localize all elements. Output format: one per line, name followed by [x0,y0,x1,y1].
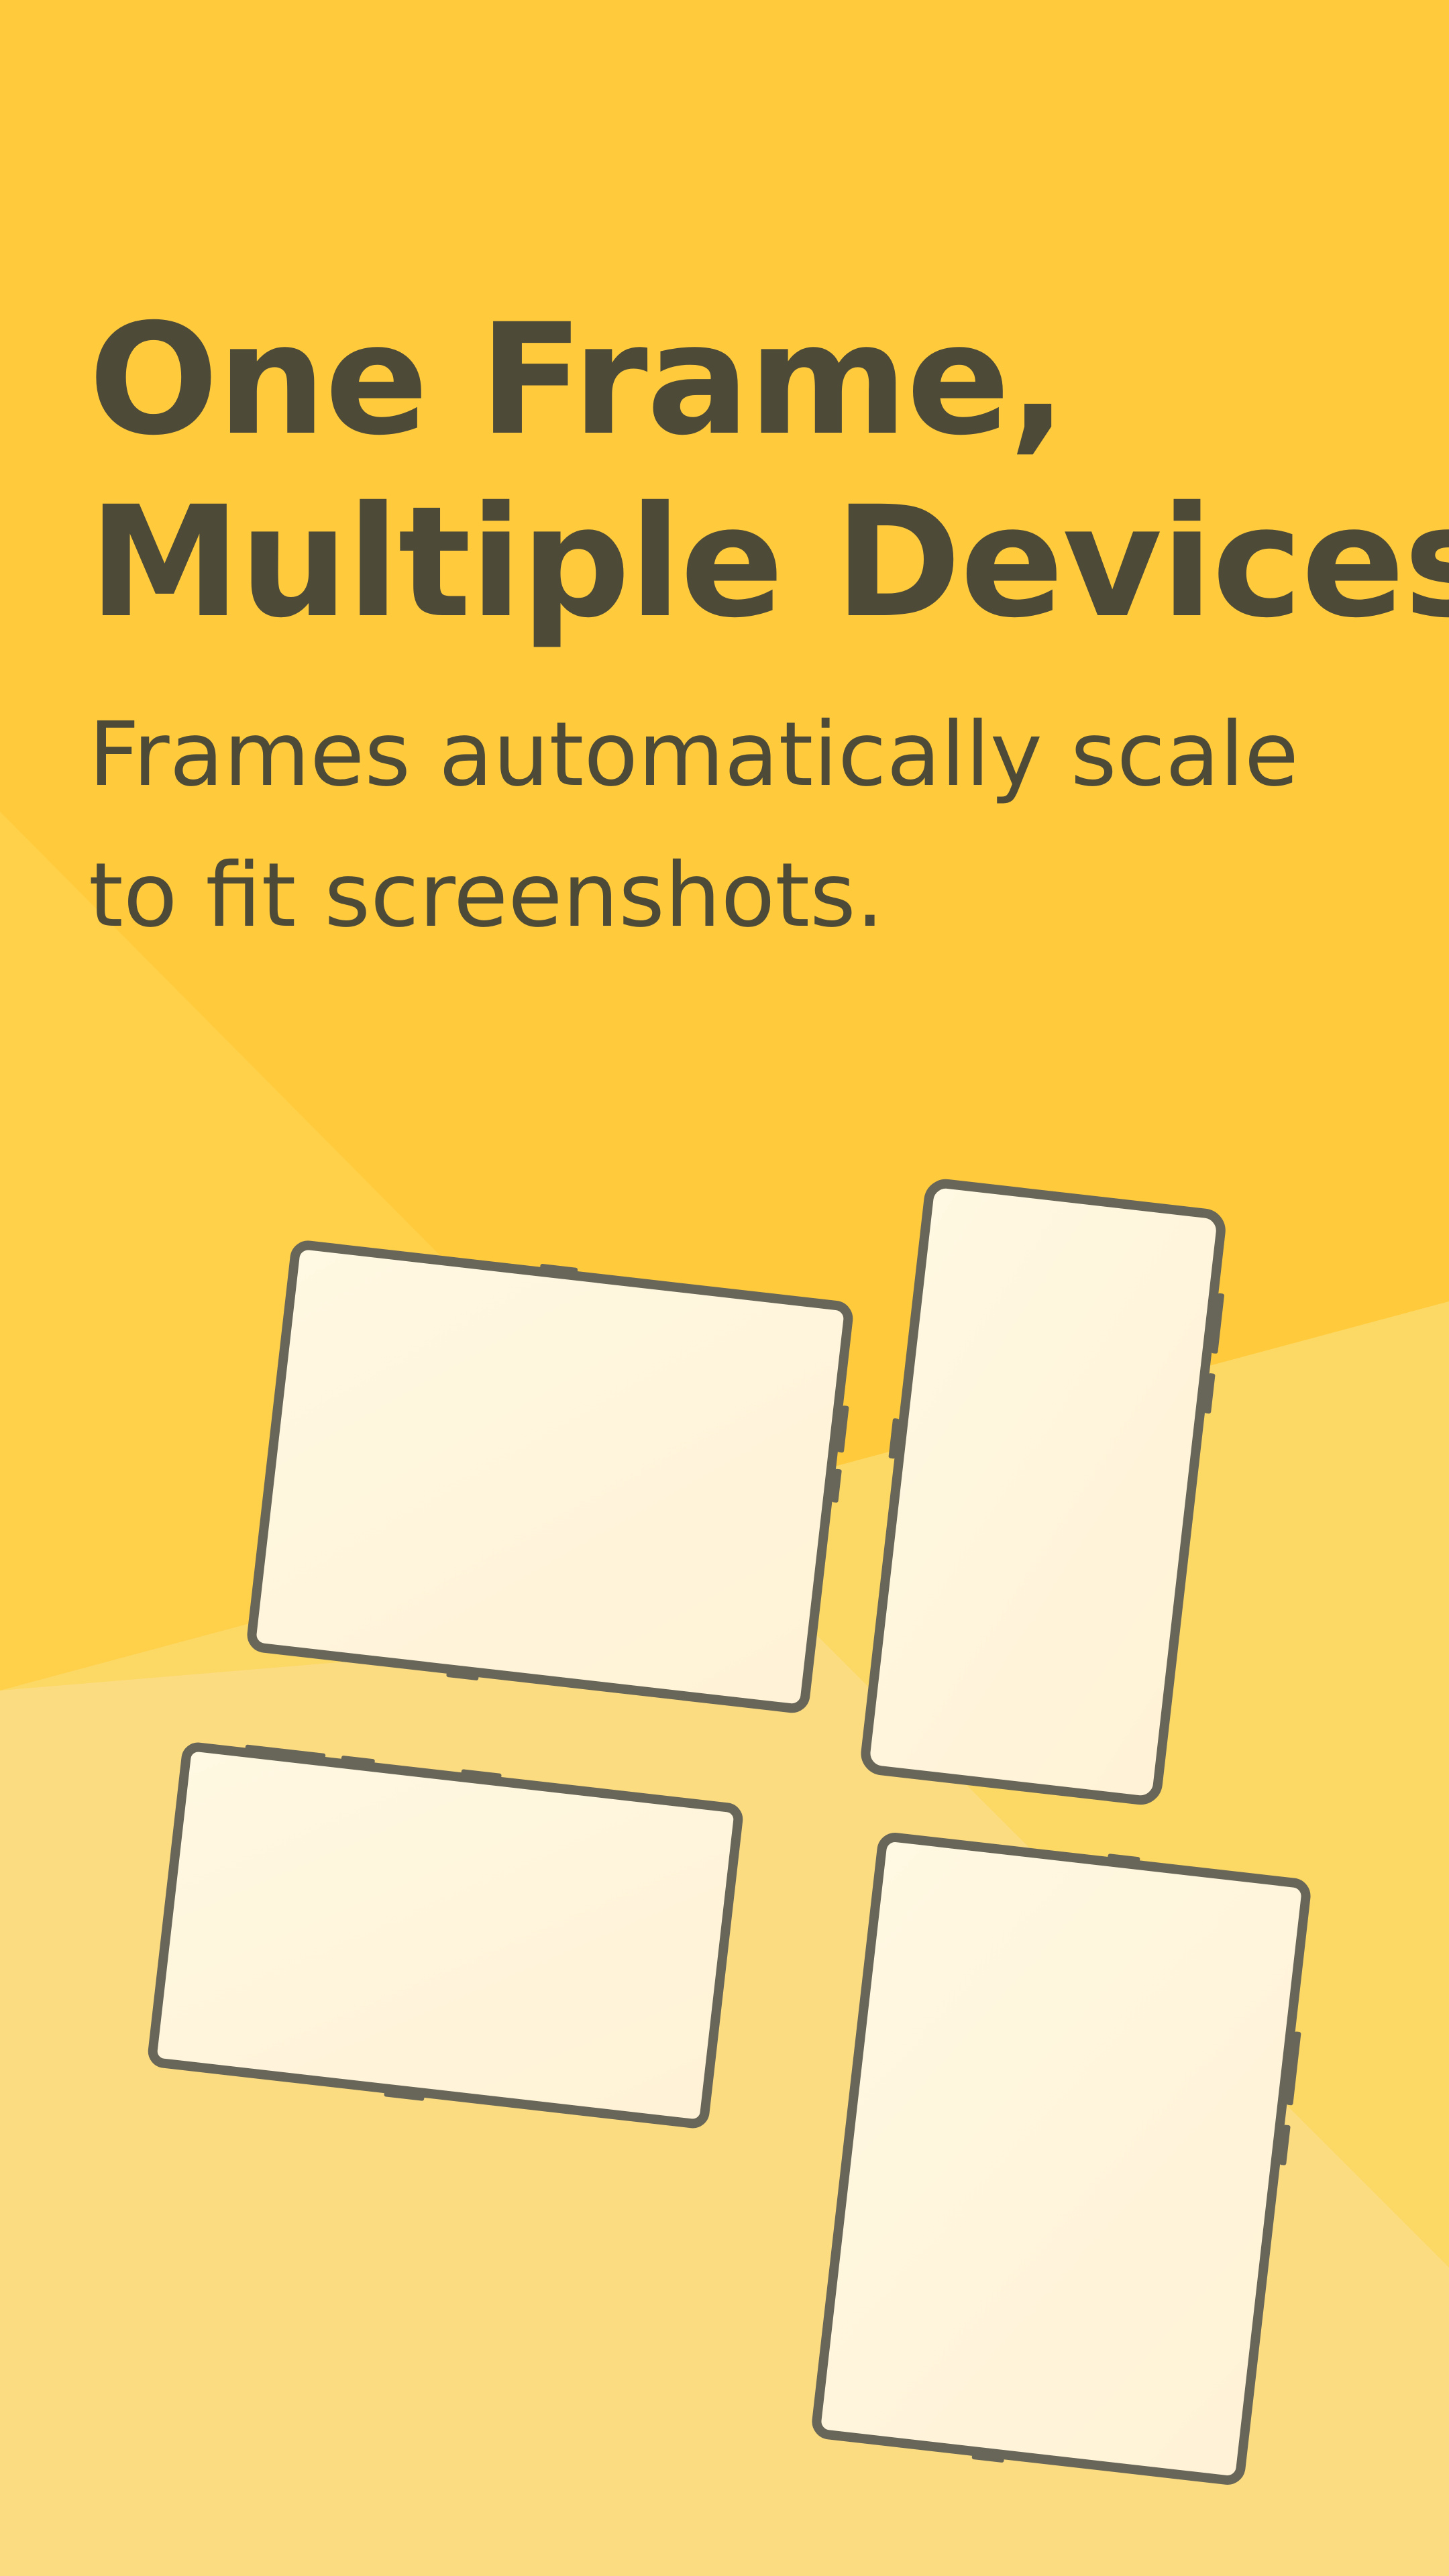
device-frames-illustration [148,1179,1311,2485]
device-frame-tablet-portrait [812,1833,1311,2485]
device-frame-wide-landscape [148,1742,743,2129]
device-frame-tablet-landscape [247,1240,853,1713]
device-frame-phone-portrait [861,1179,1226,1805]
